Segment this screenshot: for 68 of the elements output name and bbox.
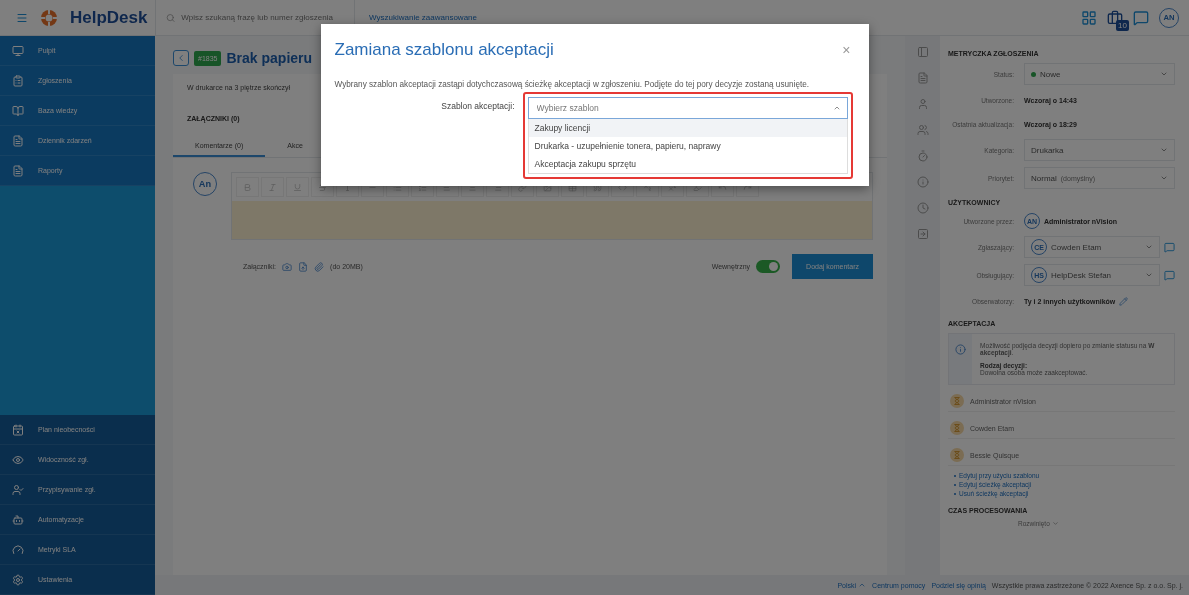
document-icon[interactable] [916,72,929,84]
internal-switch[interactable] [756,260,781,273]
panel-icon[interactable] [916,46,929,58]
camera-icon[interactable] [282,261,293,272]
chat-icon[interactable] [1133,9,1149,26]
dropdown-option[interactable]: Zakupy licencji [528,119,847,137]
document-icon [12,134,24,147]
caret-icon [832,104,841,112]
status-dot-icon [1031,71,1036,77]
settings-icon [12,573,24,586]
caret-icon [1160,174,1168,182]
timer-icon[interactable] [916,150,929,162]
menu-icon[interactable] [16,11,28,24]
info-icon [955,344,967,355]
calendar-icon [12,423,24,436]
clock-icon[interactable] [916,202,929,214]
robot-icon [12,513,24,526]
caret-icon [1051,520,1059,527]
bold-icon [243,182,252,192]
field-label: Szablon akceptacji: [440,100,515,111]
ticket-title: Brak papieru [226,50,313,66]
caret-icon [1145,243,1153,251]
modal-title: Zamiana szablonu akceptacji [334,40,554,60]
gauge-icon [12,543,24,556]
strikethrough-icon [318,182,327,192]
search-icon [166,12,176,23]
file-upload-icon[interactable] [298,261,309,272]
select-value: Drukarka [1031,145,1064,155]
italic-icon [268,182,277,192]
users-icon[interactable] [916,124,929,136]
chat-icon[interactable] [1164,241,1175,253]
clipboard-icon [12,74,24,87]
author-avatar: An [193,172,217,196]
eye-icon [12,453,24,466]
chevron-left-icon [176,53,186,63]
lifebuoy-logo-icon [40,8,58,27]
monitor-icon [12,44,24,57]
status-select[interactable]: Nowe [1024,63,1175,85]
close-button[interactable]: × [838,42,855,58]
back-button[interactable] [173,50,189,66]
underline-icon [293,182,302,192]
caret-icon [1160,70,1168,78]
document-icon [12,164,24,177]
chat-icon[interactable] [1164,269,1175,281]
template-select[interactable]: Wybierz szablon [527,97,848,119]
select-value: Normal [1031,173,1057,183]
caret-icon [1145,271,1153,279]
grid-icon[interactable] [1081,9,1097,26]
hourglass-icon [950,448,964,462]
user-name: HelpDesk Stefan [1051,270,1112,280]
advanced-search-link[interactable]: Wyszukiwanie zaawansowane [369,13,477,22]
export-icon[interactable] [916,228,929,240]
field-select[interactable]: Drukarka [1024,139,1175,161]
user-name: Cowden Etam [1051,242,1102,252]
template-search-input[interactable]: Wybierz szablon [534,102,810,114]
book-icon [12,104,24,117]
info-icon[interactable] [916,176,929,188]
hourglass-icon [950,394,964,408]
app-name: HelpDesk [70,7,148,28]
caret-icon [1160,146,1168,154]
user-icon[interactable] [916,98,929,110]
hourglass-icon [950,421,964,435]
paperclip-icon[interactable] [314,261,325,272]
pencil-icon[interactable] [1119,296,1129,306]
user-check-icon [12,483,24,496]
notification-count: 10 [1116,19,1129,31]
modal-message: Wybrany szablon akceptacji zastąpi dotychczasową ścieżkę akceptacji w zgłoszeniu. Podjęte do tej pory decyzje zostaną usunięte. [334,80,811,89]
caret-icon [858,581,867,589]
